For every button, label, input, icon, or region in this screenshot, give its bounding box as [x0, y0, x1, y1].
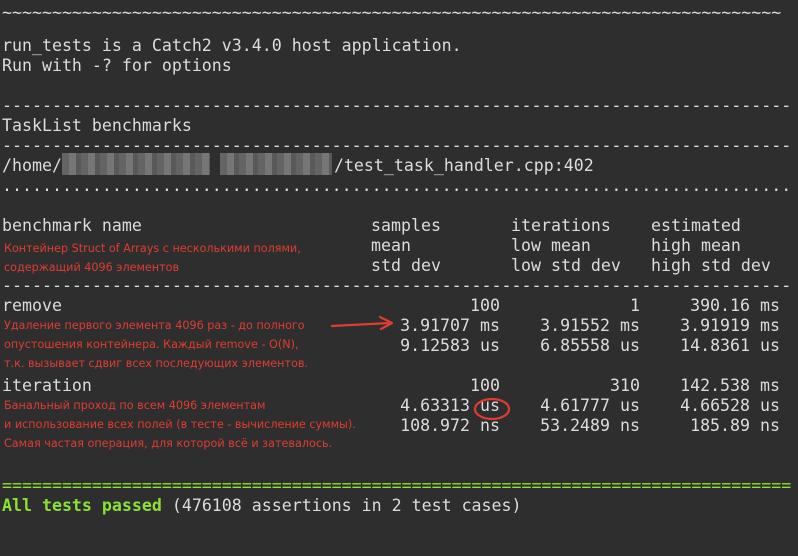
- redacted-block: [62, 153, 210, 175]
- circle-highlight-icon: [473, 397, 511, 421]
- header-low-mean: low mean: [511, 236, 591, 255]
- header-benchmark-name: benchmark name: [2, 216, 142, 235]
- header-samples: samples: [371, 216, 441, 235]
- remove-low-mean: 3.91552 ms: [540, 316, 640, 335]
- header-low-std-dev: low std dev: [511, 256, 621, 275]
- iteration-iterations: 310: [610, 376, 640, 395]
- all-tests-passed: All tests passed: [2, 496, 162, 515]
- remove-mean: 3.91707 ms: [400, 316, 500, 335]
- iteration-high-mean: 4.66528 us: [680, 396, 780, 415]
- section-title: TaskList benchmarks: [2, 116, 192, 135]
- remove-low-std-dev: 6.85558 us: [540, 336, 640, 355]
- header-std-dev: std dev: [371, 256, 441, 275]
- remove-iterations: 1: [630, 296, 640, 315]
- remove-samples: 100: [470, 296, 500, 315]
- options-hint: Run with -? for options: [2, 56, 232, 75]
- remove-high-std-dev: 14.8361 us: [680, 336, 780, 355]
- remove-high-mean: 3.91919 ms: [680, 316, 780, 335]
- arrow-annotation-icon: [330, 315, 394, 331]
- equals-rule: ========================================…: [2, 476, 792, 495]
- test-summary: All tests passed (476108 assertions in 2…: [2, 496, 522, 516]
- iteration-high-std-dev: 185.89 ns: [690, 416, 780, 435]
- path-suffix: /test_task_handler.cpp:402: [333, 156, 594, 175]
- benchmark-name-remove: remove: [2, 296, 62, 315]
- dash-rule: ----------------------------------------…: [2, 96, 792, 115]
- benchmark-name-iteration: iteration: [2, 376, 92, 395]
- iteration-estimated: 142.538 ms: [680, 376, 780, 395]
- iteration-low-mean: 4.61777 us: [540, 396, 640, 415]
- redacted-block: [220, 153, 332, 175]
- dash-rule: ----------------------------------------…: [2, 276, 792, 295]
- annotation-iteration-description: Банальный проход по всем 4096 элементам …: [4, 399, 356, 450]
- remove-estimated: 390.16 ms: [690, 296, 780, 315]
- annotation-container-description: Контейнер Struct of Arrays с несколькими…: [4, 242, 301, 274]
- assertion-summary: (476108 assertions in 2 test cases): [161, 496, 522, 515]
- header-iterations: iterations: [511, 216, 611, 235]
- tilde-rule: ~~~~~~~~~~~~~~~~~~~~~~~~~~~~~~~~~~~~~~~~…: [2, 3, 782, 22]
- header-estimated: estimated: [651, 216, 741, 235]
- header-high-std-dev: high std dev: [651, 256, 771, 275]
- iteration-samples: 100: [470, 376, 500, 395]
- dot-rule: ........................................…: [2, 176, 792, 195]
- header-high-mean: high mean: [651, 236, 741, 255]
- annotation-remove-description: Удаление первого элемента 4096 раз - до …: [4, 319, 308, 370]
- path-prefix: /home/: [2, 156, 62, 175]
- iteration-low-std-dev: 53.2489 ns: [540, 416, 640, 435]
- catch2-banner: run_tests is a Catch2 v3.4.0 host applic…: [2, 36, 462, 55]
- header-mean: mean: [371, 236, 411, 255]
- remove-std-dev: 9.12583 us: [400, 336, 500, 355]
